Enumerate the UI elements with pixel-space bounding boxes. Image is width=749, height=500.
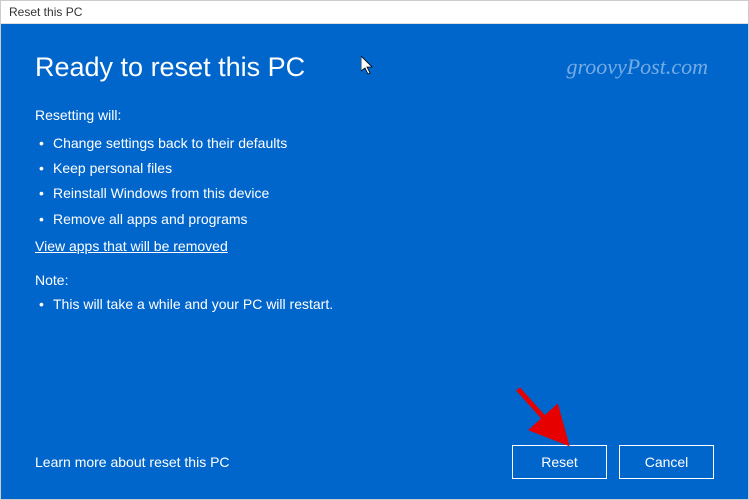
window-titlebar: Reset this PC (1, 1, 748, 24)
reset-button[interactable]: Reset (512, 445, 607, 479)
view-apps-link[interactable]: View apps that will be removed (35, 238, 714, 254)
list-item: Reinstall Windows from this device (35, 181, 714, 206)
note-list: This will take a while and your PC will … (35, 292, 714, 317)
list-item: Keep personal files (35, 156, 714, 181)
dialog-heading: Ready to reset this PC (35, 52, 714, 83)
resetting-list: Change settings back to their defaults K… (35, 131, 714, 232)
note-label: Note: (35, 272, 714, 288)
dialog-footer: Learn more about reset this PC Reset Can… (35, 445, 714, 479)
list-item: Remove all apps and programs (35, 207, 714, 232)
list-item: Change settings back to their defaults (35, 131, 714, 156)
window-title: Reset this PC (9, 5, 82, 19)
resetting-label: Resetting will: (35, 107, 714, 123)
list-item: This will take a while and your PC will … (35, 292, 714, 317)
reset-pc-window: Reset this PC groovyPost.com Ready to re… (0, 0, 749, 500)
button-group: Reset Cancel (512, 445, 714, 479)
dialog-content: groovyPost.com Ready to reset this PC Re… (1, 24, 748, 499)
cancel-button[interactable]: Cancel (619, 445, 714, 479)
learn-more-link[interactable]: Learn more about reset this PC (35, 454, 230, 470)
